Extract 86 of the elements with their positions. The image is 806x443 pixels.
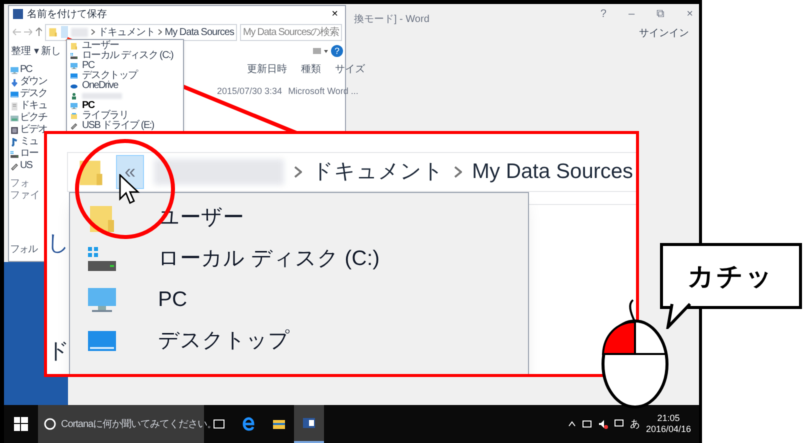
text-fragment: し (47, 229, 70, 257)
menu-item[interactable]: PC (158, 284, 188, 316)
library-icon (70, 112, 78, 120)
window-control[interactable]: – (628, 9, 635, 20)
music-note-icon (10, 138, 19, 146)
monitor-icon (70, 102, 78, 110)
menu-item[interactable]: ローカル ディスク (C:) (158, 242, 380, 274)
word-logo-icon (12, 8, 24, 20)
hide-folders-button[interactable]: フォル (10, 242, 37, 257)
cortana-circle-icon (44, 418, 56, 430)
date-cell-text: 2015/07/30 3:34 (217, 85, 282, 98)
nav-item[interactable]: ピクチ (20, 112, 47, 124)
nav-item[interactable]: ビデオ (20, 124, 47, 136)
clock-date: 2016/04/16 (646, 424, 691, 435)
breadcrumb-item[interactable]: My Data Sources (472, 156, 634, 188)
nav-item[interactable]: ロー (20, 148, 38, 160)
close-button[interactable]: × (328, 8, 342, 20)
menu-item[interactable]: ライブラリ (82, 111, 128, 121)
ime-indicator[interactable]: あ (630, 416, 640, 432)
menu-item[interactable]: デスクトップ (158, 324, 290, 356)
desktop-icon (70, 72, 78, 80)
taskbar-app-button[interactable] (294, 405, 324, 443)
window-control[interactable]: ? (600, 9, 606, 20)
usb-drive-icon (70, 122, 78, 130)
chevron-right-icon (90, 29, 95, 35)
sign-in-link[interactable]: サインイン (639, 26, 689, 41)
clock-time: 21:05 (657, 413, 680, 424)
chevron-right-icon (294, 166, 302, 178)
view-options-icon (313, 47, 329, 55)
help-button[interactable]: ? (331, 45, 343, 57)
chevron-right-icon (454, 166, 462, 178)
column-header[interactable]: サイズ (335, 62, 365, 77)
task-view-icon (212, 417, 226, 431)
nav-item[interactable]: デスク (20, 88, 47, 100)
window-control[interactable]: × (686, 9, 693, 20)
navigation-arrows-icon (12, 27, 42, 37)
download-arrow-icon (10, 78, 19, 86)
breadcrumb-item[interactable]: ドキュメント (98, 24, 155, 40)
folder-icon (48, 27, 58, 37)
search-placeholder: Cortanaに何か聞いてみてください。 (61, 418, 217, 432)
edge-logo-icon (242, 417, 256, 431)
window-control[interactable]: ⧉ (656, 9, 665, 20)
monitor-icon (10, 66, 19, 74)
toolbar-button[interactable]: 整理 ▾ (11, 44, 39, 58)
chevron-up-icon (568, 421, 576, 427)
menu-item[interactable]: ローカル ディスク (C:) (82, 51, 174, 61)
dialog-title: 名前を付けて保存 (27, 8, 107, 22)
picture-icon (10, 114, 19, 122)
menu-item[interactable]: USB ドライブ (E:) (82, 121, 154, 131)
column-header[interactable]: 種類 (301, 62, 321, 77)
blurred-text (70, 28, 88, 36)
chevron-right-icon (158, 29, 162, 35)
nav-item[interactable]: ミュ (20, 136, 38, 148)
windows-logo-icon (14, 417, 28, 431)
menu-item[interactable]: ユーザー (82, 41, 119, 51)
click-sound-text: カチッ (688, 260, 774, 292)
menu-item[interactable]: OneDrive (82, 81, 118, 91)
nav-item[interactable]: PC (20, 64, 32, 76)
desktop-icon (10, 90, 19, 98)
speaker-muted-icon (598, 419, 608, 429)
breadcrumb-item[interactable]: ドキュメント (312, 156, 444, 188)
notification-icon (614, 419, 624, 429)
menu-item[interactable]: PC (82, 61, 94, 71)
nav-item[interactable]: ダウン (20, 76, 47, 88)
text-fragment: ド (47, 337, 70, 365)
menu-item[interactable]: PC (82, 101, 94, 111)
field-label: ファイ (10, 190, 41, 202)
drive-icon (10, 150, 19, 158)
column-header[interactable]: 更新日時 (247, 62, 287, 77)
folder-icon (272, 417, 286, 431)
folder-icon (70, 42, 78, 50)
person-icon (70, 92, 78, 100)
nav-item[interactable]: ドキュ (20, 100, 47, 112)
field-label: フォ (10, 178, 31, 190)
word-logo-icon (302, 416, 316, 430)
menu-item[interactable]: デスクトップ (82, 71, 138, 81)
usb-drive-icon (10, 162, 19, 170)
document-icon (10, 102, 19, 110)
network-icon (582, 419, 592, 429)
search-field[interactable]: My Data Sourcesの検索 (240, 24, 342, 40)
cloud-icon (70, 82, 78, 90)
breadcrumb-item[interactable]: My Data Sources (164, 24, 234, 40)
nav-item[interactable]: US (20, 160, 32, 172)
window-title: 換モード] - Word (354, 13, 430, 27)
monitor-icon (70, 62, 78, 70)
toolbar-button[interactable]: 新し (40, 44, 61, 58)
